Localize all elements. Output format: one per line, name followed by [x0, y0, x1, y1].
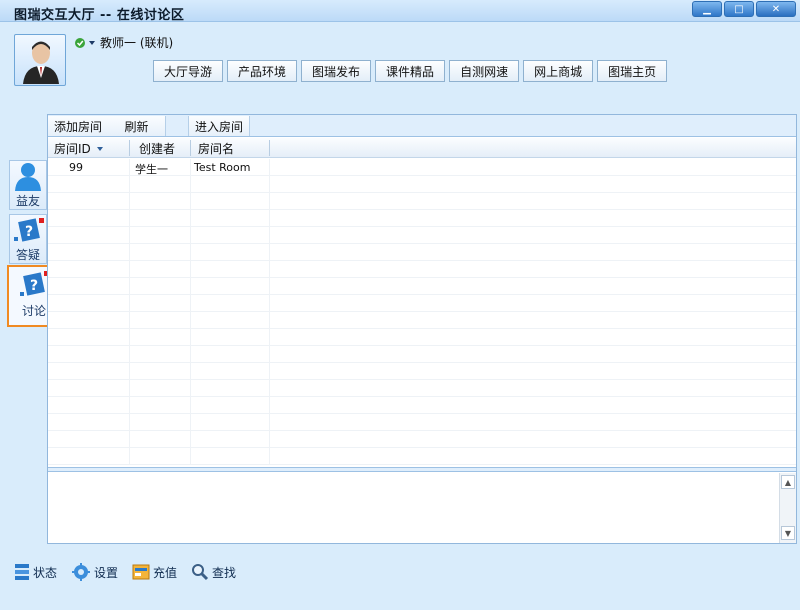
maximize-button[interactable]: □: [724, 1, 754, 17]
scrollbar[interactable]: ▲ ▼: [779, 473, 796, 543]
table-row: [48, 193, 796, 210]
room-toolbar: 添加房间 刷新 进入房间: [48, 115, 796, 137]
side-tab-friends[interactable]: 益友: [9, 160, 47, 210]
top-nav: 大厅导游 产品环境 图瑞发布 课件精品 自测网速 网上商城 图瑞主页: [153, 60, 668, 82]
nav-hall-guide[interactable]: 大厅导游: [153, 60, 224, 82]
close-button[interactable]: ✕: [756, 1, 796, 17]
table-row: [48, 312, 796, 329]
settings-icon: [72, 563, 91, 581]
table-row: [48, 448, 796, 465]
room-name-cell: Test Room: [194, 161, 251, 174]
table-row: [48, 363, 796, 380]
column-separator[interactable]: [129, 140, 130, 156]
question-book-icon: ?: [14, 218, 44, 242]
side-tab-label: 益友: [15, 194, 40, 208]
column-separator[interactable]: [269, 140, 270, 156]
enter-room-button[interactable]: 进入房间: [188, 116, 251, 136]
table-row: [48, 329, 796, 346]
sort-down-icon: [96, 147, 103, 151]
table-row[interactable]: 99 学生一 Test Room: [48, 159, 796, 176]
creator-cell: 学生一: [135, 163, 168, 176]
table-row: [48, 346, 796, 363]
avatar[interactable]: [14, 34, 66, 86]
table-row: [48, 431, 796, 448]
table-row: [48, 278, 796, 295]
side-tab-label: 讨论: [21, 304, 46, 318]
nav-speed-test[interactable]: 自测网速: [449, 60, 520, 82]
table-row: [48, 244, 796, 261]
column-room-id[interactable]: 房间ID: [54, 140, 105, 157]
window-controls: ▁ □ ✕: [692, 1, 796, 17]
side-tab-qa[interactable]: ? 答疑: [9, 214, 47, 264]
table-row: [48, 295, 796, 312]
column-creator[interactable]: 创建者: [139, 140, 175, 157]
nav-store[interactable]: 网上商城: [523, 60, 594, 82]
check-circle-icon[interactable]: [74, 37, 98, 49]
room-id-cell: 99: [69, 161, 83, 174]
search-button[interactable]: 查找: [191, 563, 236, 581]
table-row: [48, 414, 796, 431]
nav-product-env[interactable]: 产品环境: [227, 60, 298, 82]
refresh-button[interactable]: 刷新: [108, 116, 166, 136]
minimize-button[interactable]: ▁: [692, 1, 722, 17]
nav-home[interactable]: 图瑞主页: [597, 60, 668, 82]
splitter[interactable]: [48, 467, 796, 472]
svg-text:?: ?: [30, 278, 38, 294]
recharge-icon: [132, 564, 150, 580]
column-room-name[interactable]: 房间名: [198, 140, 234, 157]
room-panel: 添加房间 刷新 进入房间 房间ID 创建者 房间名 99 学生一 Test Ro…: [47, 114, 797, 544]
table-row: [48, 397, 796, 414]
question-book-icon: ?: [20, 271, 49, 296]
status-icon: [15, 564, 29, 580]
room-list: 99 学生一 Test Room: [48, 159, 796, 469]
table-row: [48, 261, 796, 278]
scroll-up-icon[interactable]: ▲: [781, 475, 795, 489]
message-area[interactable]: [48, 473, 778, 543]
footer-toolbar: 状态 设置 充值 查找: [14, 563, 236, 581]
table-header: 房间ID 创建者 房间名: [48, 138, 796, 158]
side-tab-label: 答疑: [15, 248, 40, 262]
table-row: [48, 210, 796, 227]
user-icon: [15, 163, 41, 191]
table-row: [48, 227, 796, 244]
settings-button[interactable]: 设置: [71, 563, 118, 581]
user-name: 教师一 (联机): [100, 36, 174, 50]
column-separator[interactable]: [190, 140, 191, 156]
search-icon: [192, 564, 209, 581]
recharge-button[interactable]: 充值: [132, 563, 177, 581]
scroll-down-icon[interactable]: ▼: [781, 526, 795, 540]
add-room-button[interactable]: 添加房间: [48, 116, 110, 136]
user-avatar-icon: [23, 41, 59, 84]
nav-courseware[interactable]: 课件精品: [375, 60, 446, 82]
nav-release[interactable]: 图瑞发布: [301, 60, 372, 82]
table-row: [48, 380, 796, 397]
table-row: [48, 176, 796, 193]
title-bar: 图瑞交互大厅 -- 在线讨论区 ▁ □ ✕: [0, 0, 800, 23]
svg-text:?: ?: [25, 224, 33, 240]
status-button[interactable]: 状态: [14, 563, 57, 581]
window-title: 图瑞交互大厅 -- 在线讨论区: [14, 8, 185, 23]
